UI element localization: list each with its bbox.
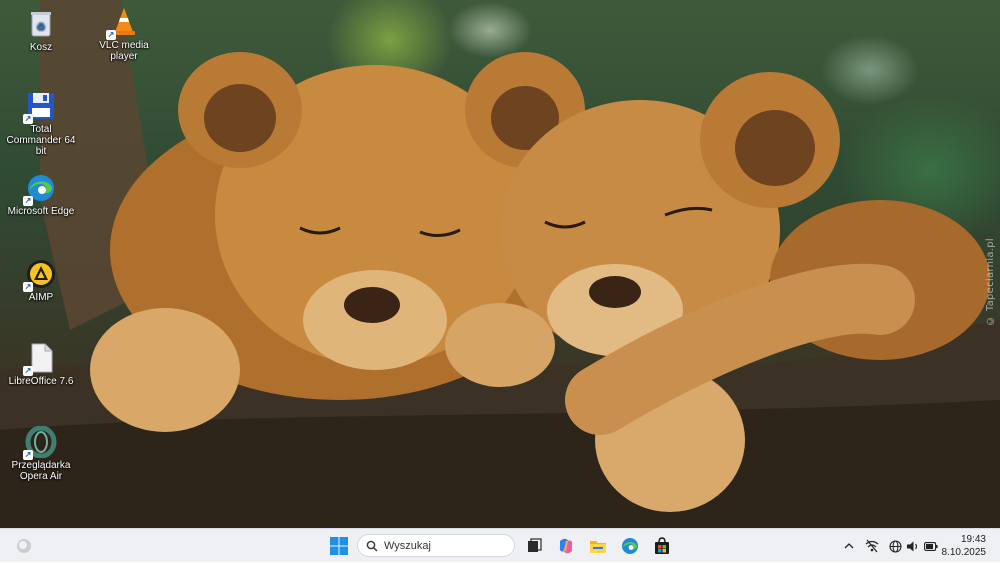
desktop-icon-libreoffice[interactable]: ↗ LibreOffice 7.6 bbox=[2, 342, 80, 387]
desktop-icon-label: AIMP bbox=[28, 292, 54, 303]
language-icon bbox=[888, 539, 902, 553]
edge-taskbar-button[interactable] bbox=[618, 529, 642, 563]
desktop-icon-edge[interactable]: ↗ Microsoft Edge bbox=[2, 172, 80, 217]
task-view-button[interactable] bbox=[522, 529, 546, 563]
desktop-icon-total-commander[interactable]: ↗ Total Commander 64 bit bbox=[2, 90, 80, 157]
vlc-cone-icon: ↗ bbox=[106, 6, 140, 40]
show-hidden-icons-button[interactable] bbox=[840, 529, 858, 563]
edge-icon: ↗ bbox=[23, 172, 57, 206]
widgets-icon bbox=[17, 539, 31, 553]
battery-button[interactable] bbox=[922, 529, 940, 563]
desktop-icon-label: VLC media player bbox=[99, 40, 149, 62]
desktop-icon-opera-air[interactable]: ↗ Przeglądarka Opera Air bbox=[2, 425, 80, 482]
desktop-icon-label: Microsoft Edge bbox=[7, 206, 75, 217]
search-placeholder: Wyszukaj bbox=[384, 539, 431, 552]
desktop-icon-label: LibreOffice 7.6 bbox=[8, 376, 74, 387]
wallpaper-watermark: © Tapeciarnia.pl bbox=[985, 238, 996, 326]
widgets-button[interactable] bbox=[12, 529, 36, 563]
recycle-bin-icon: ♻ bbox=[25, 8, 57, 40]
aimp-icon: ↗ bbox=[23, 258, 57, 292]
battery-icon bbox=[924, 541, 938, 551]
taskbar: Wyszukaj 19:43 8.10.2025 bbox=[0, 528, 1000, 562]
desktop-icon-label: Kosz bbox=[29, 42, 53, 53]
network-icon bbox=[865, 539, 879, 553]
system-clock[interactable]: 19:43 8.10.2025 bbox=[942, 533, 987, 559]
desktop-icon-label: Total Commander 64 bit bbox=[6, 124, 76, 157]
start-button[interactable] bbox=[326, 529, 352, 563]
shortcut-arrow-icon: ↗ bbox=[23, 282, 33, 292]
desktop-icon-vlc[interactable]: ↗ VLC media player bbox=[85, 6, 163, 62]
task-view-icon bbox=[528, 538, 542, 552]
document-icon: ↗ bbox=[23, 342, 57, 376]
shortcut-arrow-icon: ↗ bbox=[106, 30, 116, 40]
copilot-button[interactable] bbox=[554, 529, 578, 563]
search-icon bbox=[366, 540, 378, 551]
clock-time: 19:43 bbox=[960, 534, 986, 545]
opera-icon: ↗ bbox=[23, 425, 57, 460]
desktop-icon-recycle-bin[interactable]: ♻ Kosz bbox=[2, 8, 80, 53]
wallpaper-art bbox=[0, 0, 1000, 528]
store-icon bbox=[655, 537, 669, 554]
desktop-icon-label: Przeglądarka Opera Air bbox=[11, 460, 71, 482]
shortcut-arrow-icon: ↗ bbox=[23, 366, 33, 376]
floppy-disk-icon: ↗ bbox=[23, 90, 57, 124]
desktop-wallpaper: © Tapeciarnia.pl bbox=[0, 0, 1000, 528]
desktop-icon-aimp[interactable]: ↗ AIMP bbox=[2, 258, 80, 303]
start-icon bbox=[330, 537, 348, 555]
volume-icon bbox=[907, 541, 918, 551]
network-button[interactable] bbox=[862, 529, 882, 563]
store-button[interactable] bbox=[650, 529, 674, 563]
svg-text:♻: ♻ bbox=[37, 22, 46, 33]
file-explorer-icon bbox=[590, 541, 606, 553]
edge-icon bbox=[622, 538, 638, 554]
shortcut-arrow-icon: ↗ bbox=[23, 114, 33, 124]
shortcut-arrow-icon: ↗ bbox=[23, 196, 33, 206]
taskbar-search-box[interactable]: Wyszukaj bbox=[357, 534, 515, 557]
chevron-up-icon bbox=[844, 543, 854, 549]
shortcut-arrow-icon: ↗ bbox=[23, 450, 33, 460]
volume-button[interactable] bbox=[904, 529, 922, 563]
clock-date: 8.10.2025 bbox=[941, 547, 987, 558]
language-button[interactable] bbox=[886, 529, 904, 563]
copilot-icon bbox=[559, 538, 573, 554]
file-explorer-button[interactable] bbox=[586, 529, 610, 563]
